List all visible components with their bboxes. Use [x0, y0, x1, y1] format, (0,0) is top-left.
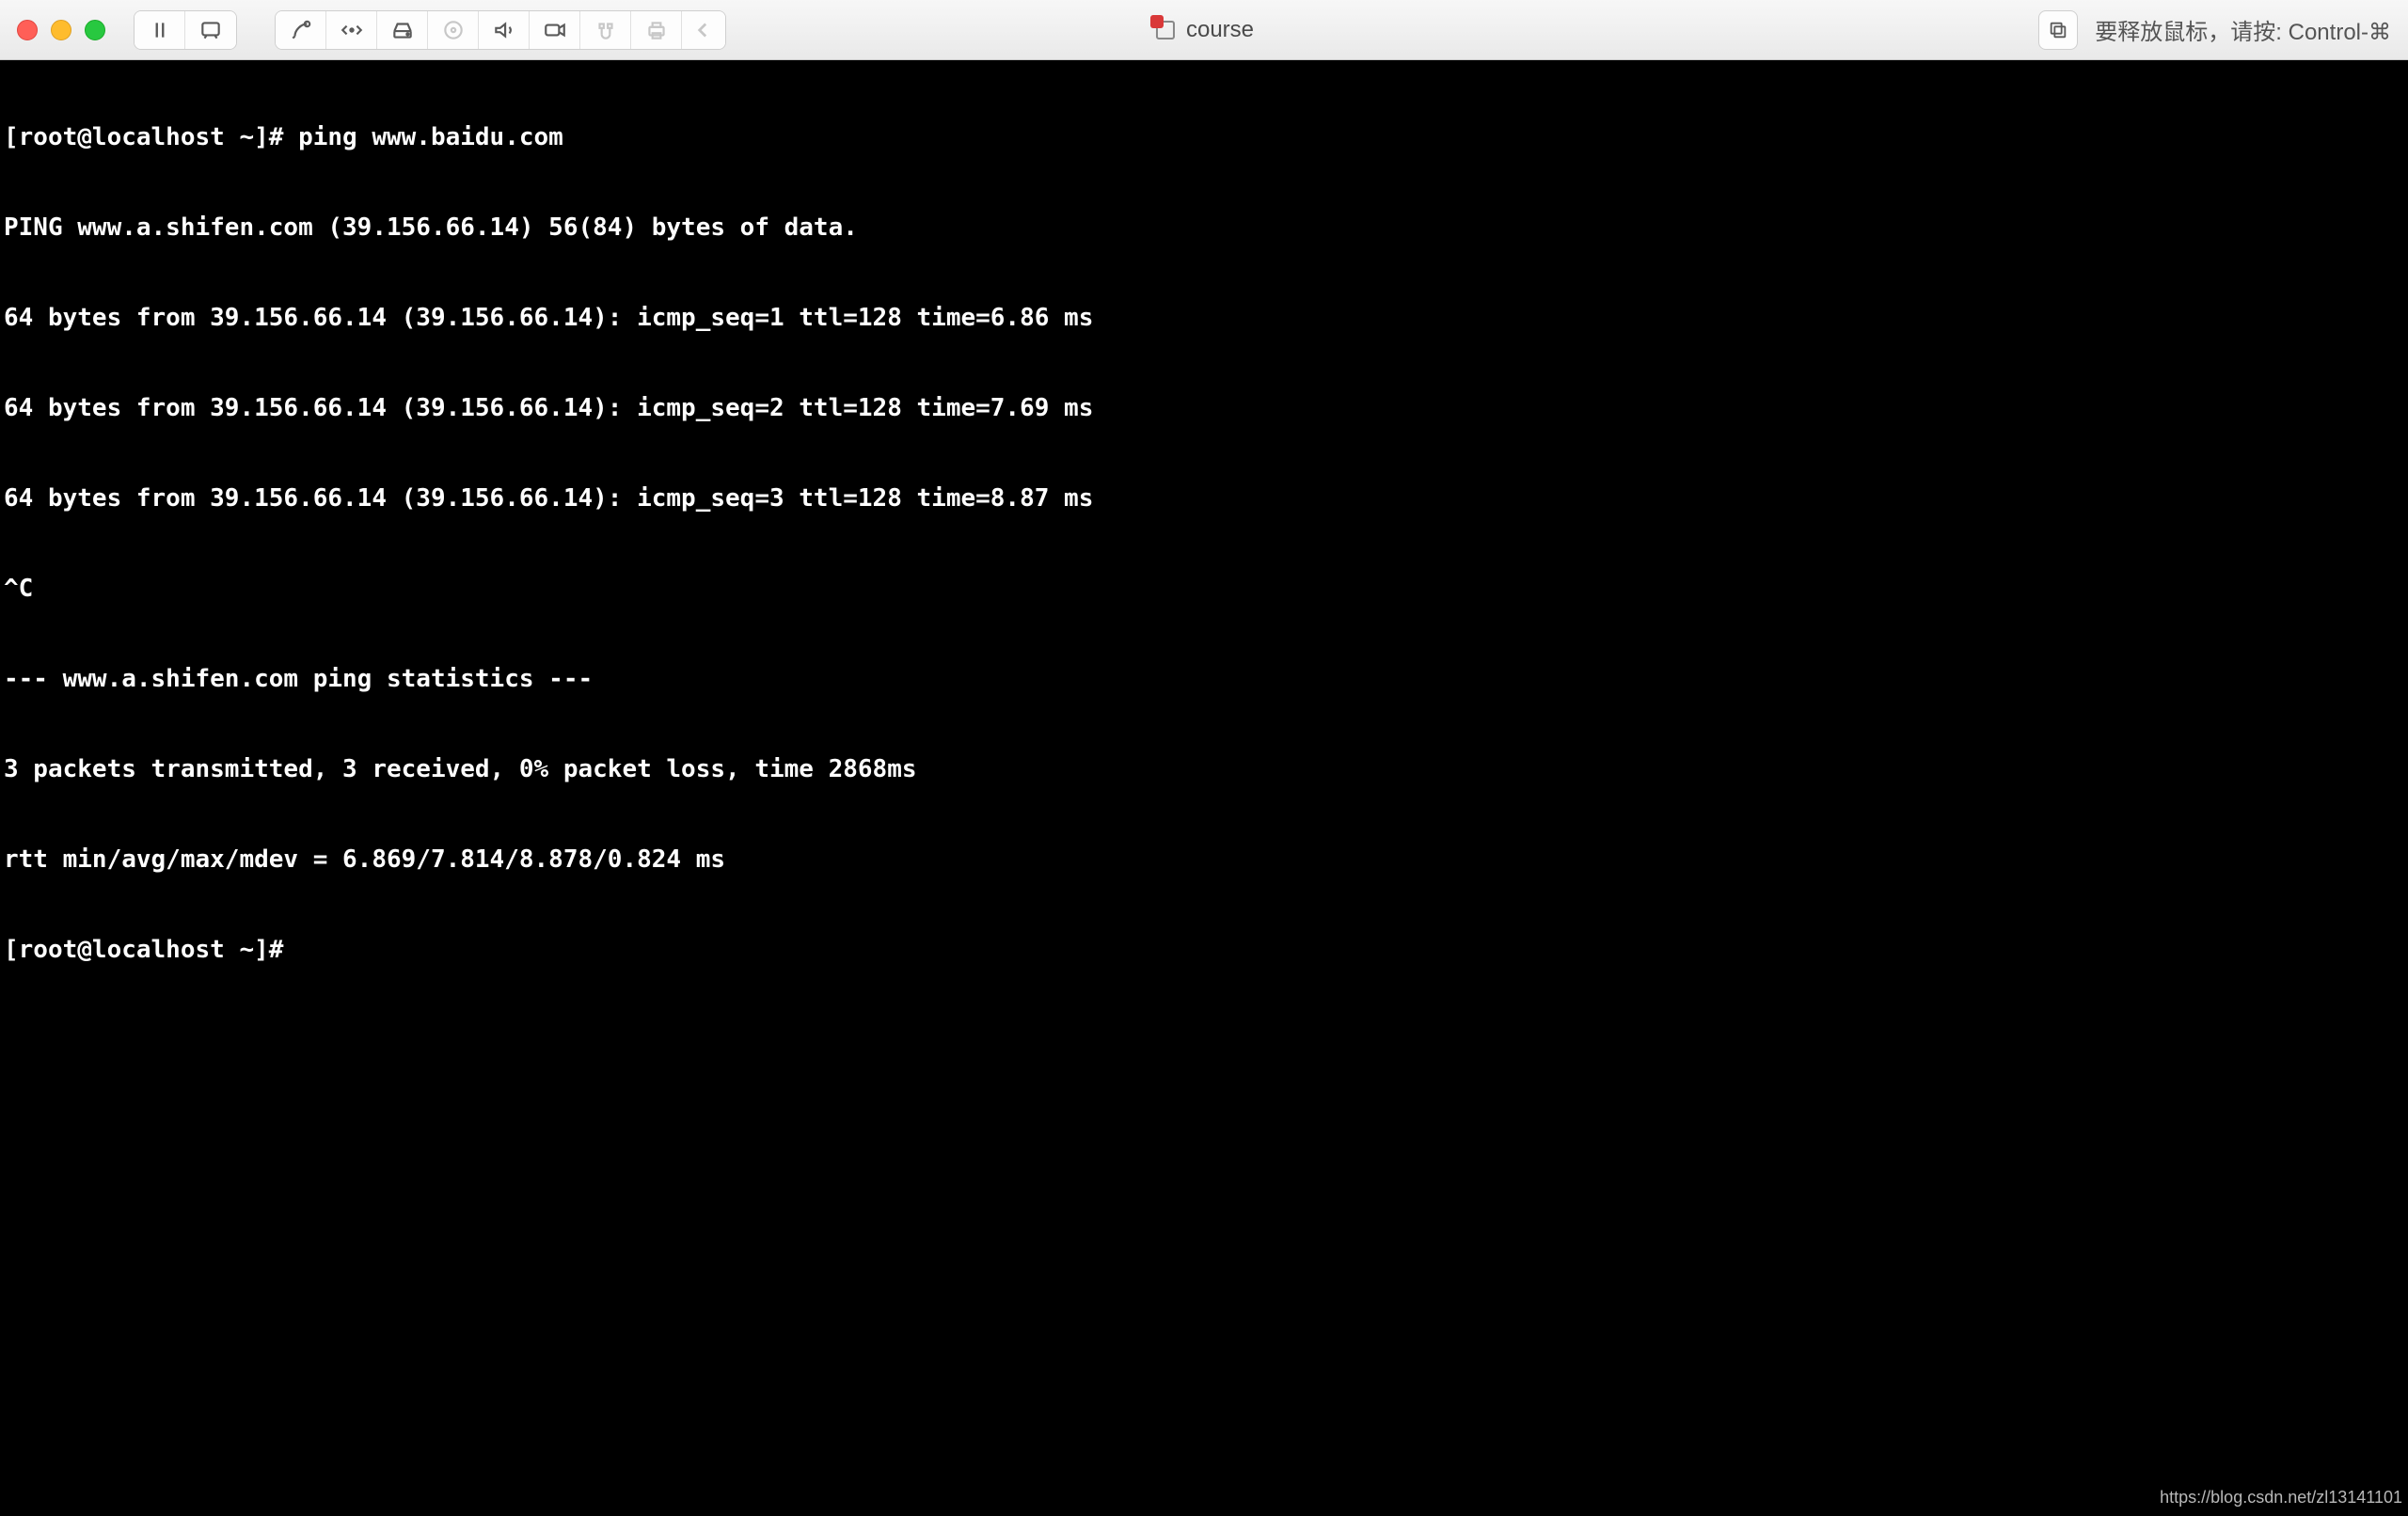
- vm-icon: [1154, 19, 1177, 41]
- terminal-line: [root@localhost ~]# ping www.baidu.com: [4, 122, 2404, 152]
- pause-button[interactable]: [135, 11, 185, 49]
- printer-icon[interactable]: [631, 11, 682, 49]
- maximize-window-button[interactable]: [85, 20, 105, 40]
- window-title: course: [1186, 17, 1254, 43]
- back-icon[interactable]: [682, 11, 725, 49]
- terminal-line: 3 packets transmitted, 3 received, 0% pa…: [4, 754, 2404, 784]
- terminal-line: ^C: [4, 574, 2404, 604]
- terminal-line: [root@localhost ~]#: [4, 935, 2404, 965]
- window-toolbar: course 要释放鼠标，请按: Control-⌘: [0, 0, 2408, 60]
- settings-icon[interactable]: [276, 11, 326, 49]
- network-icon[interactable]: [326, 11, 377, 49]
- toolbar-right: 要释放鼠标，请按: Control-⌘: [2038, 10, 2391, 50]
- terminal-line: PING www.a.shifen.com (39.156.66.14) 56(…: [4, 213, 2404, 243]
- fullscreen-button[interactable]: [2038, 10, 2078, 50]
- terminal-line: rtt min/avg/max/mdev = 6.869/7.814/8.878…: [4, 845, 2404, 875]
- camera-icon[interactable]: [530, 11, 580, 49]
- window-title-area: course: [1154, 17, 1254, 43]
- harddisk-icon[interactable]: [377, 11, 428, 49]
- terminal-line: 64 bytes from 39.156.66.14 (39.156.66.14…: [4, 483, 2404, 513]
- cdrom-icon[interactable]: [428, 11, 479, 49]
- terminal-line: --- www.a.shifen.com ping statistics ---: [4, 664, 2404, 694]
- device-toolbar: [275, 10, 726, 50]
- close-window-button[interactable]: [17, 20, 38, 40]
- snapshot-button[interactable]: [185, 11, 236, 49]
- terminal-line: 64 bytes from 39.156.66.14 (39.156.66.14…: [4, 303, 2404, 333]
- terminal-line: 64 bytes from 39.156.66.14 (39.156.66.14…: [4, 393, 2404, 423]
- terminal[interactable]: [root@localhost ~]# ping www.baidu.com P…: [0, 60, 2408, 1516]
- traffic-lights: [17, 20, 105, 40]
- vm-control-group: [134, 10, 237, 50]
- watermark: https://blog.csdn.net/zl13141101: [2160, 1482, 2402, 1512]
- usb-icon[interactable]: [580, 11, 631, 49]
- release-mouse-hint: 要释放鼠标，请按: Control-⌘: [2095, 13, 2391, 46]
- minimize-window-button[interactable]: [51, 20, 71, 40]
- sound-icon[interactable]: [479, 11, 530, 49]
